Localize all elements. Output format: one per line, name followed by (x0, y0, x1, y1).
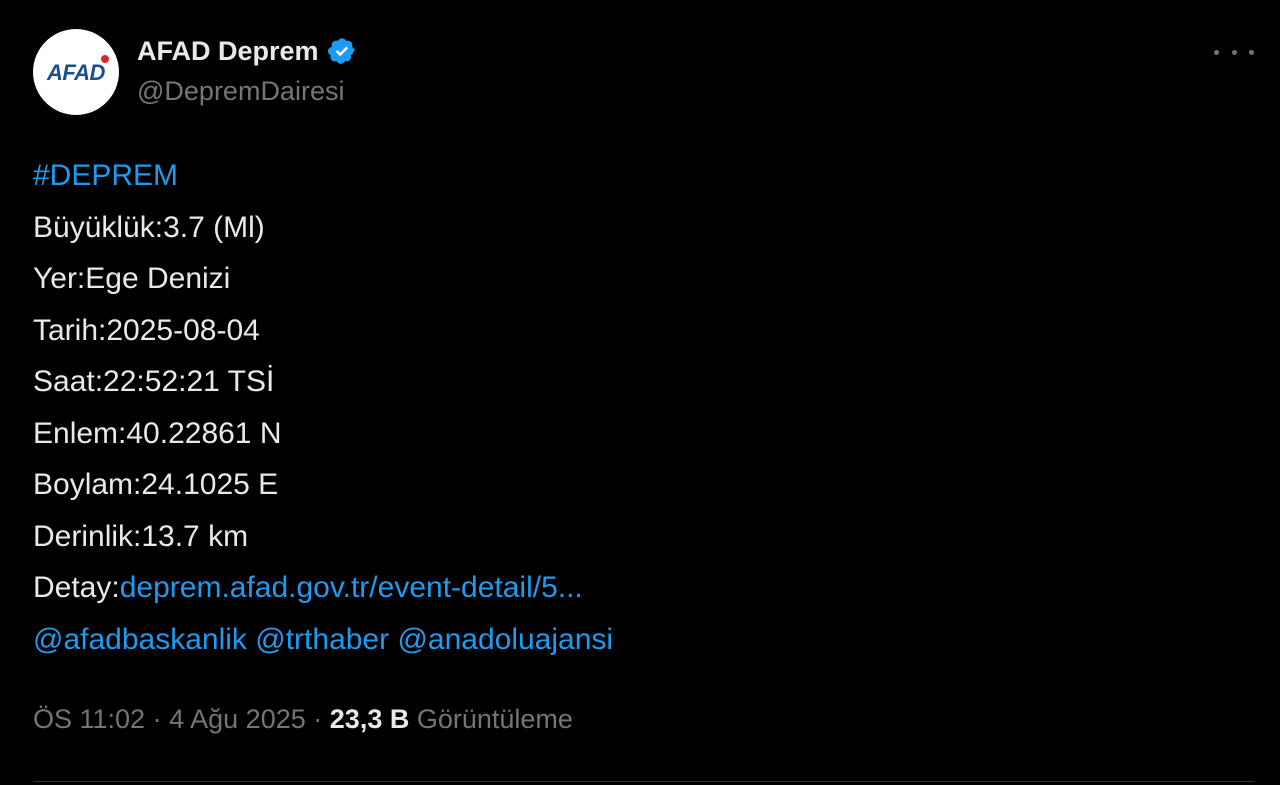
tweet-date[interactable]: 4 Ağu 2025 (169, 704, 306, 734)
meta-separator: · (313, 704, 323, 734)
tweet-line-date: Tarih:2025-08-04 (33, 313, 260, 347)
tweet-line-time: Saat:22:52:21 TSİ (33, 365, 275, 398)
author-display-name[interactable]: AFAD Deprem (137, 36, 319, 67)
avatar-logo-dot (101, 55, 109, 63)
views-label: Görüntüleme (416, 704, 573, 734)
tweet-card: AFAD AFAD Deprem @DepremDairesi #DEPREM … (0, 0, 1280, 785)
mention-link[interactable]: @anadoluajansi (397, 623, 613, 656)
tweet-meta: ÖS 11:02 · 4 Ağu 2025 · 23,3 B Görüntüle… (33, 704, 573, 735)
tweet-line-magnitude: Büyüklük:3.7 (Ml) (33, 210, 265, 244)
detail-label: Detay: (33, 571, 120, 604)
tweet-text: #DEPREM Büyüklük:3.7 (Ml) Yer:Ege Denizi… (33, 150, 613, 665)
more-dot (1214, 49, 1219, 55)
hashtag-link[interactable]: #DEPREM (33, 159, 178, 192)
views-count: 23,3 B (329, 704, 410, 734)
tweet-line-depth: Derinlik:13.7 km (33, 519, 249, 553)
more-dot (1231, 49, 1237, 55)
avatar[interactable]: AFAD (33, 29, 119, 115)
more-options-icon[interactable] (1214, 38, 1254, 66)
tweet-time[interactable]: ÖS 11:02 (33, 704, 145, 734)
tweet-line-detail: Detay:deprem.afad.gov.tr/event-detail/5.… (33, 562, 613, 614)
more-dot (1249, 49, 1254, 55)
tweet-line-mentions: @afadbaskanlik @trthaber @anadoluajansi (33, 614, 613, 666)
tweet-line-latitude: Enlem:40.22861 N (33, 416, 282, 450)
tweet-line-longitude: Boylam:24.1025 E (33, 468, 279, 501)
verified-badge-icon[interactable] (327, 36, 357, 66)
avatar-logo-text: AFAD (47, 60, 105, 85)
tweet-line-location: Yer:Ege Denizi (33, 262, 231, 295)
meta-separator: · (152, 704, 162, 734)
mention-link[interactable]: @trthaber (255, 623, 389, 656)
author-handle[interactable]: @DepremDairesi (137, 76, 344, 107)
divider (33, 781, 1255, 782)
mention-link[interactable]: @afadbaskanlik (33, 623, 247, 656)
detail-link[interactable]: deprem.afad.gov.tr/event-detail/5... (120, 571, 583, 604)
author-name-row: AFAD Deprem (137, 32, 357, 70)
